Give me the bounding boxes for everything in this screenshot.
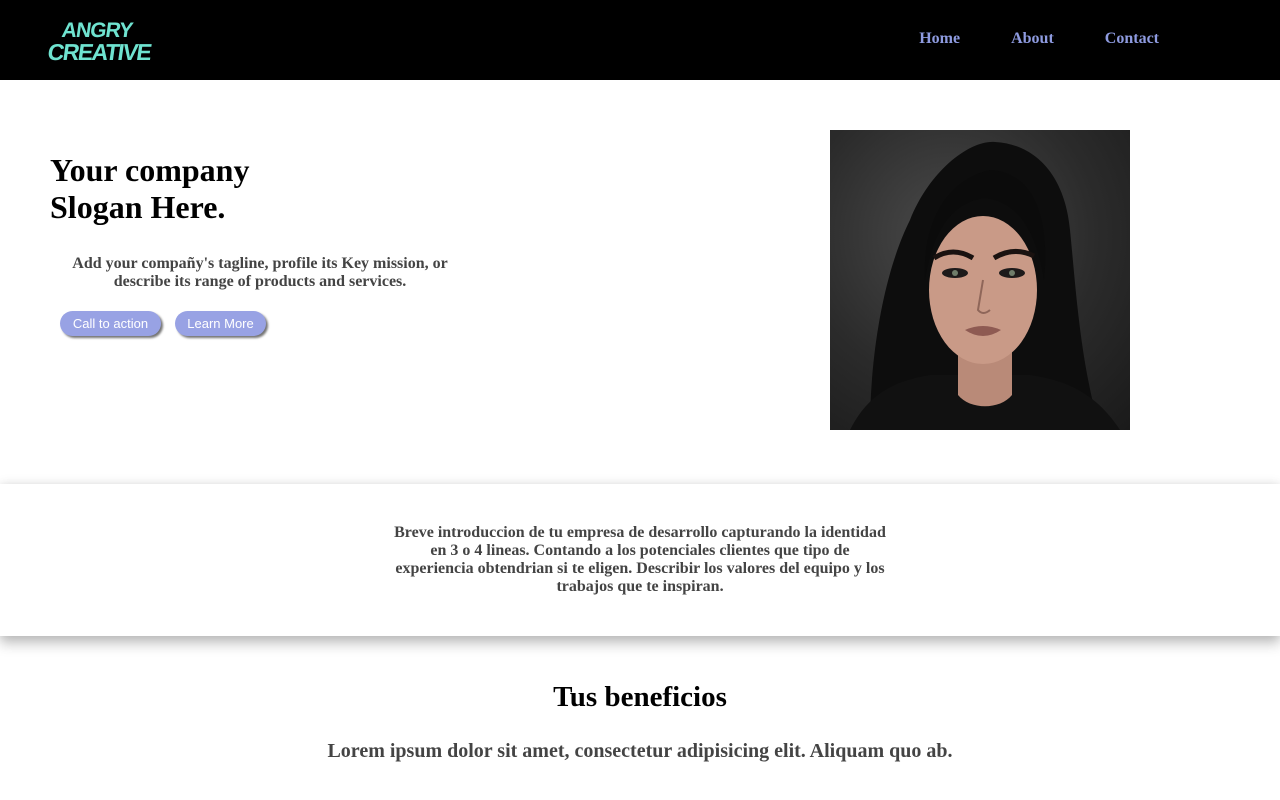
learn-more-button[interactable]: Learn More <box>175 311 266 336</box>
top-navbar: ANGRY CREATIVE Home About Contact <box>0 0 1280 80</box>
brand-logo[interactable]: ANGRY CREATIVE <box>48 16 152 64</box>
nav-link-about[interactable]: About <box>1011 30 1054 48</box>
hero-tagline: Add your compañy's tagline, profile its … <box>72 255 448 290</box>
hero-title-line-2: Slogan Here. <box>50 189 226 225</box>
call-to-action-button[interactable]: Call to action <box>60 311 161 336</box>
intro-band: Breve introduccion de tu empresa de desa… <box>0 484 1280 636</box>
nav-link-contact[interactable]: Contact <box>1105 30 1159 48</box>
hero-title: Your company Slogan Here. <box>50 152 370 226</box>
benefits-title: Tus beneficios <box>553 681 727 713</box>
benefits-text: Lorem ipsum dolor sit amet, consectetur … <box>327 740 953 762</box>
main-nav: Home About Contact <box>919 30 1159 48</box>
nav-link-home[interactable]: Home <box>919 30 960 48</box>
logo-line-2: CREATIVE <box>48 39 152 64</box>
intro-text: Breve introduccion de tu empresa de desa… <box>394 524 886 595</box>
hero-title-line-1: Your company <box>50 152 250 188</box>
angry-creative-logo-icon: ANGRY CREATIVE <box>48 19 152 64</box>
portrait-image-icon <box>850 141 1120 430</box>
portrait-photo <box>830 130 1130 430</box>
